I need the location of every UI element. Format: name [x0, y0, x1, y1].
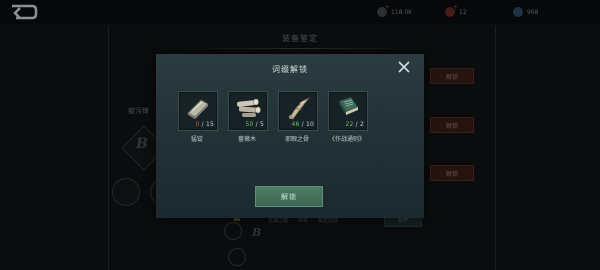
bone-claw-icon — [289, 97, 311, 120]
wood-log-icon — [237, 98, 261, 117]
dialog-title: 词缀解锁 — [272, 65, 308, 74]
material-name: 《作战通则》 — [328, 136, 365, 143]
material-count: 0 / 15 — [195, 121, 214, 128]
material-slot[interactable]: 22 / 2 — [328, 91, 368, 131]
ingot-icon — [187, 99, 209, 119]
material-name: 邪眼之骨 — [284, 136, 309, 143]
material-name: 蔷薇木 — [237, 136, 256, 143]
material-slot[interactable]: 46 / 10 — [278, 91, 318, 131]
material-slot[interactable]: 0 / 15 — [178, 91, 218, 131]
manual-book-icon — [338, 96, 359, 115]
close-icon[interactable] — [396, 59, 412, 75]
material-slot[interactable]: 50 / 5 — [228, 91, 268, 131]
material-count: 50 / 5 — [245, 121, 264, 128]
confirm-unlock-button[interactable]: 解锁 — [255, 186, 323, 207]
affix-unlock-dialog: 词缀解锁 0 / 15 猛锭 50 / 5 蔷薇木 46 / 10 邪眼之骨 2… — [156, 54, 424, 218]
material-name: 猛锭 — [190, 136, 203, 143]
material-list: 0 / 15 猛锭 50 / 5 蔷薇木 46 / 10 邪眼之骨 22 / 2… — [178, 91, 418, 151]
material-count: 46 / 10 — [291, 121, 314, 128]
material-count: 22 / 2 — [345, 121, 364, 128]
